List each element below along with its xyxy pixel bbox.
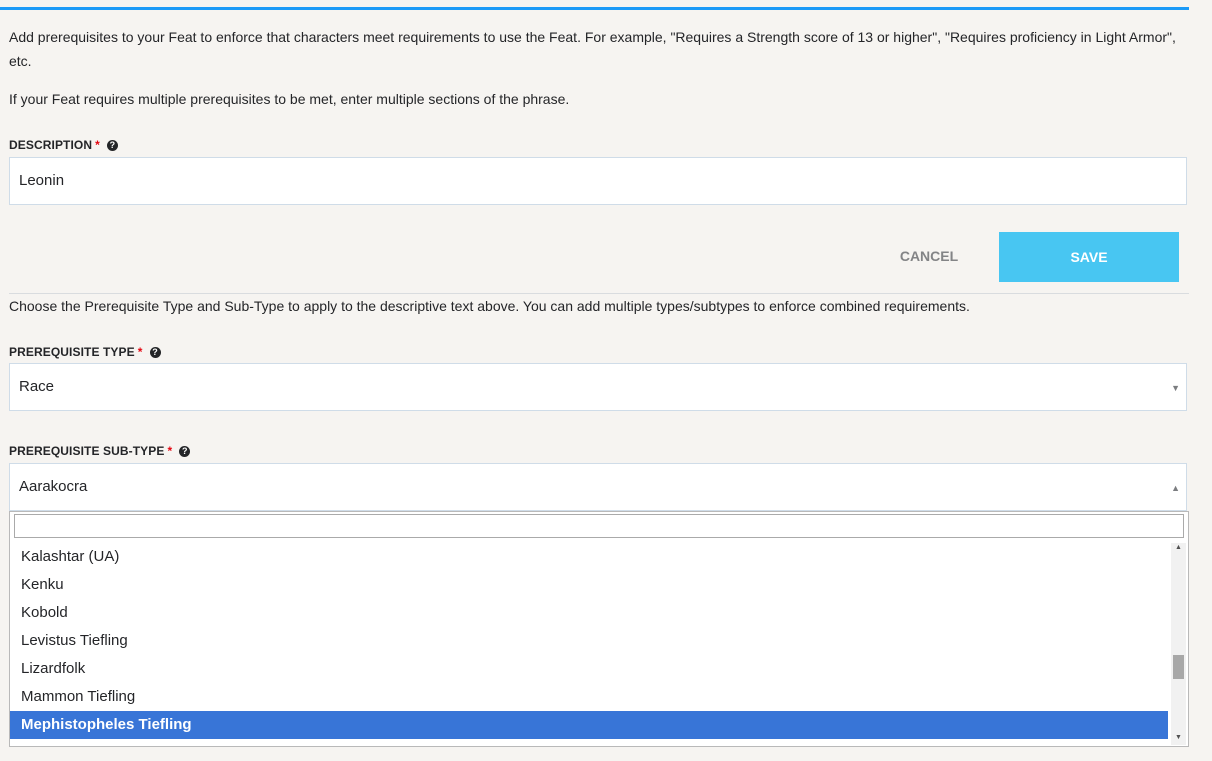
dropdown-option[interactable]: Kobold: [10, 599, 1168, 627]
intro-multiple-text: If your Feat requires multiple prerequis…: [9, 91, 570, 107]
type-intro-text: Choose the Prerequisite Type and Sub-Typ…: [9, 298, 970, 314]
scroll-down-icon[interactable]: ▼: [1171, 734, 1186, 741]
dropdown-option-highlighted[interactable]: Mephistopheles Tiefling: [10, 711, 1168, 739]
prereq-type-value: Race: [19, 378, 55, 395]
scroll-up-icon[interactable]: ▲: [1171, 544, 1186, 551]
question-circle-icon[interactable]: ?: [149, 346, 161, 358]
scrollbar-thumb[interactable]: [1173, 655, 1184, 679]
description-input[interactable]: Leonin: [9, 157, 1187, 205]
subtype-dropdown: Kalashtar (UA) Kenku Kobold Levistus Tie…: [9, 511, 1189, 747]
dropdown-search-input[interactable]: [14, 514, 1184, 538]
intro-text: Add prerequisites to your Feat to enforc…: [9, 29, 1176, 69]
required-marker: *: [95, 138, 100, 152]
dropdown-option[interactable]: Kalashtar (UA): [10, 543, 1168, 571]
dropdown-options-list[interactable]: Kalashtar (UA) Kenku Kobold Levistus Tie…: [10, 543, 1168, 745]
dropdown-option[interactable]: Kenku: [10, 571, 1168, 599]
prereq-type-label: PREREQUISITE TYPE * ?: [9, 345, 161, 359]
question-circle-icon[interactable]: ?: [106, 139, 118, 151]
chevron-down-icon: ▼: [1171, 383, 1180, 393]
description-label-text: DESCRIPTION: [9, 138, 93, 152]
prereq-subtype-select[interactable]: Aarakocra ▲: [9, 463, 1187, 511]
prereq-type-label-text: PREREQUISITE TYPE: [9, 345, 135, 359]
required-marker: *: [167, 444, 173, 458]
chevron-up-icon: ▲: [1171, 483, 1180, 493]
dropdown-scrollbar[interactable]: ▲ ▼: [1171, 543, 1186, 745]
cancel-button[interactable]: CANCEL: [884, 232, 974, 280]
dropdown-option[interactable]: Lizardfolk: [10, 655, 1168, 683]
prereq-subtype-label-text: PREREQUISITE SUB-TYPE: [9, 444, 165, 458]
description-label: DESCRIPTION * ?: [9, 138, 118, 152]
dropdown-option[interactable]: Levistus Tiefling: [10, 627, 1168, 655]
prereq-type-select[interactable]: Race ▼: [9, 363, 1187, 411]
required-marker: *: [137, 345, 143, 359]
top-accent-line: [0, 7, 1189, 10]
question-circle-icon[interactable]: ?: [179, 445, 191, 457]
prereq-subtype-value: Aarakocra: [19, 478, 88, 495]
prereq-subtype-label: PREREQUISITE SUB-TYPE * ?: [9, 444, 191, 458]
dropdown-option[interactable]: Mammon Tiefling: [10, 683, 1168, 711]
save-button[interactable]: SAVE: [999, 232, 1179, 282]
